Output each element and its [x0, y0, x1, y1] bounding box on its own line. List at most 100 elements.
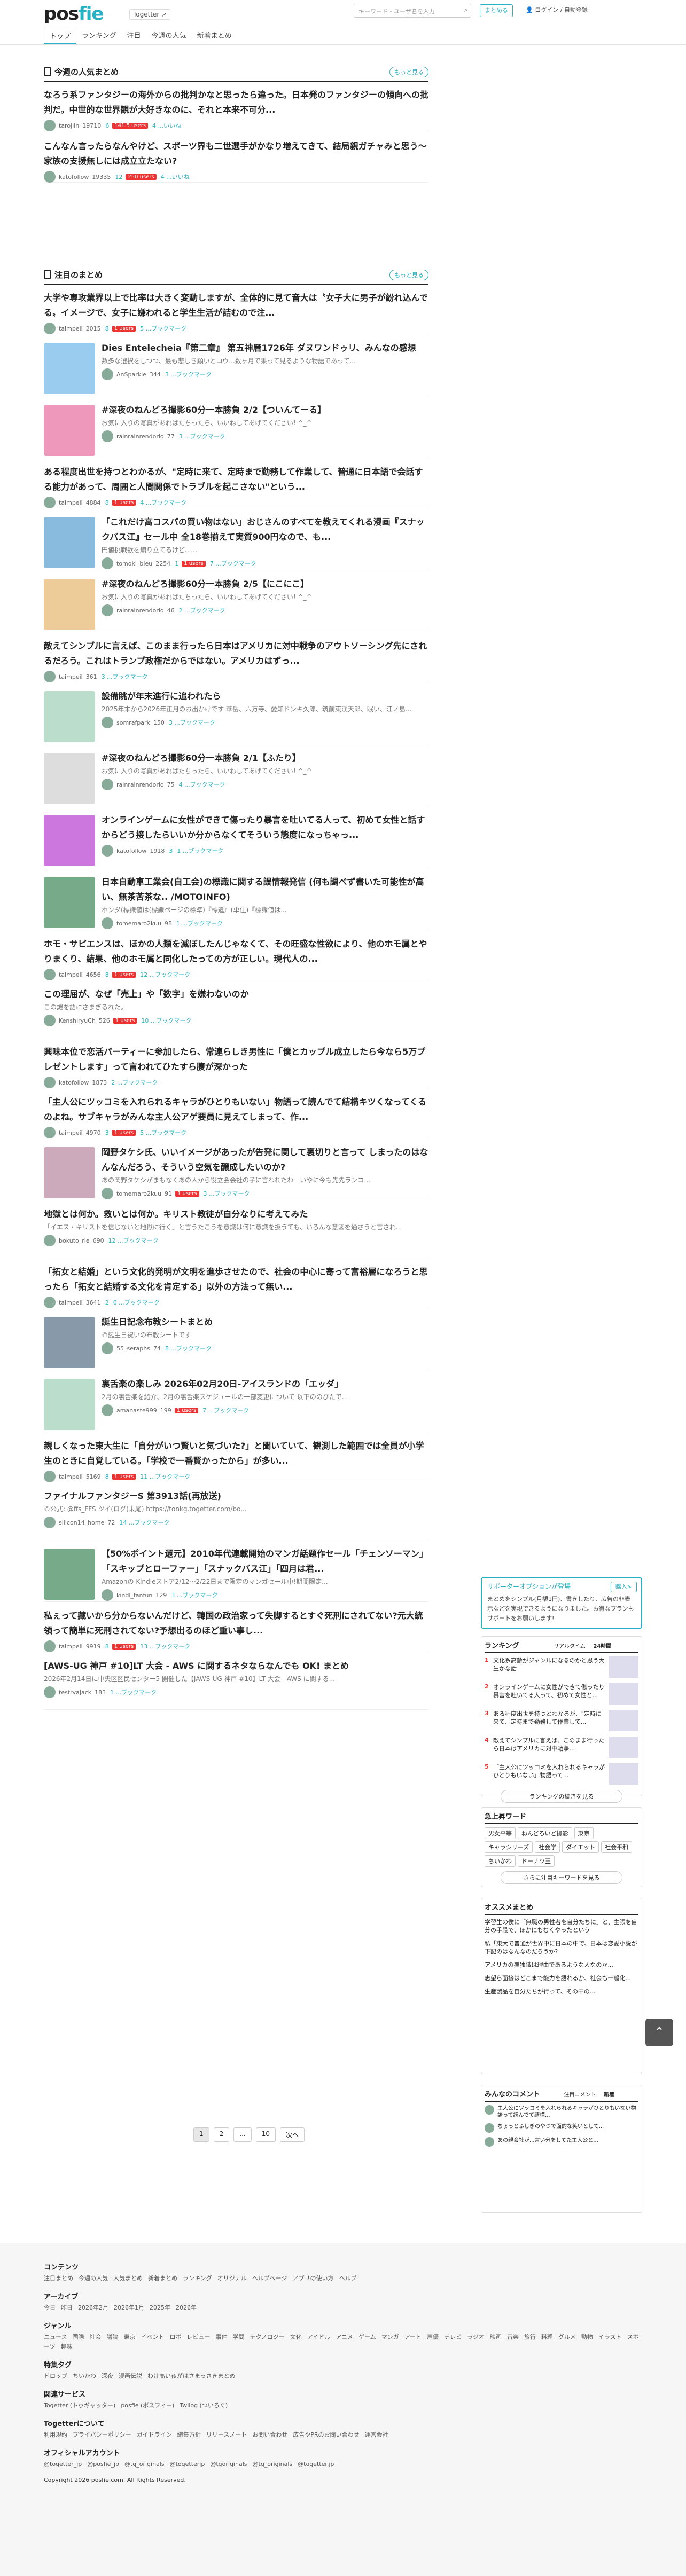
avatar[interactable] — [102, 557, 113, 569]
recommend-item[interactable]: 生産製品を自分たちが行って、その中の... — [485, 1988, 638, 1996]
recommend-item[interactable]: 学習生の僕に「無職の男性者を自分たちに」と、主張を自分の手段で、ほかにもむくやっ… — [485, 1918, 638, 1934]
item-title[interactable]: オンラインゲームに女性ができて傷ったり暴言を吐いてる人って、初めて女性と話すから… — [102, 813, 428, 843]
noted-item[interactable]: ある程度出世を持つとわかるが、"定時に来て、定時まで勤務して作業して、普通に日本… — [44, 465, 428, 508]
ranking-item[interactable]: 2 オンラインゲームに女性ができて傷ったり暴言を吐いてる人って、初めて女性と... — [485, 1683, 638, 1705]
footer-link[interactable]: わけ高い夜がはさまっさきまとめ — [147, 2373, 236, 2379]
tab-top[interactable]: トップ — [44, 28, 77, 44]
footer-link[interactable]: アート — [404, 2334, 422, 2341]
page-2[interactable]: 2 — [213, 2127, 230, 2142]
togetter-link[interactable]: Togetter ↗ — [129, 9, 171, 20]
item-user[interactable]: bokuto_rie — [59, 1237, 90, 1244]
footer-link[interactable]: 人気まとめ — [113, 2275, 143, 2282]
footer-link[interactable]: 東京 — [123, 2334, 135, 2341]
noted-item[interactable]: 興味本位で恋活パーティーに参加したら、常連らしき男性に「僕とカップル成立したら今… — [44, 1044, 428, 1088]
thumbnail-image[interactable] — [44, 343, 95, 394]
footer-link[interactable]: レビュー — [186, 2334, 210, 2341]
noted-item[interactable]: 日本自動車工業会(自工会)の標識に関する誤情報発信 (何も調べず書いた可能性が高… — [44, 875, 428, 930]
create-button[interactable]: まとめる — [480, 4, 513, 17]
thumbnail-image[interactable] — [44, 753, 95, 804]
footer-link[interactable]: 2026年1月 — [114, 2304, 144, 2311]
noted-item[interactable]: 岡野タケシ氏、いいイメージがあったが告発に関して裏切りと言って しまったのはなん… — [44, 1145, 428, 1200]
item-title[interactable]: #深夜のねんどろ撮影60分一本勝負 2/2【ついんてーる】 — [102, 403, 428, 418]
item-title[interactable]: 設備眺が年末進行に追われたら — [102, 689, 428, 704]
noted-item[interactable]: #深夜のねんどろ撮影60分一本勝負 2/5【にこにこ】 お気に入りの写真があればた… — [44, 577, 428, 632]
ranking-item[interactable]: 3 ある程度出世を持つとわかるが、"定時に来て、定時まで勤務して作業して... — [485, 1710, 638, 1731]
footer-link[interactable]: posfie (ポスフィー) — [121, 2402, 174, 2409]
noted-item[interactable]: 私ぇって藏いから分からないんだけど、韓国の政治家って失脚するとすぐ死刑にされてな… — [44, 1608, 428, 1652]
footer-link[interactable]: @posfie_jp — [87, 2461, 119, 2468]
avatar[interactable] — [102, 604, 113, 616]
avatar[interactable] — [102, 1404, 113, 1416]
recommend-item[interactable]: 志望ら面接はどこまで能力を語れるか、社会も一般化... — [485, 1974, 638, 1982]
noted-item[interactable]: Dies Entelecheia『第二章』 第五神曆1726年 ダヌワンドゥリ、… — [44, 341, 428, 396]
item-user[interactable]: taimpeil — [59, 1299, 83, 1306]
avatar[interactable] — [102, 1188, 113, 1199]
avatar[interactable] — [44, 1015, 56, 1026]
ranking-title[interactable]: ある程度出世を持つとわかるが、"定時に来て、定時まで勤務して作業して... — [493, 1710, 606, 1726]
item-user[interactable]: tomoki_bleu — [116, 560, 152, 567]
noted-item[interactable]: 誕生日記念布教シートまとめ ©誕生日祝いの布教シートです 55_seraphs 74 8… — [44, 1315, 428, 1370]
ranking-title[interactable]: 敵えてシンプルに言えば、このまま行ったら日本はアメリカに対中戦争... — [493, 1737, 606, 1753]
weekly-item[interactable]: こんなん言ったらなんやけど、スポーツ界も二世選手がかなり増えてきて、結局親ガチャ… — [44, 139, 428, 183]
ranking-title[interactable]: 文化系高齢がジャンルになるのかと思う大生かな話 — [493, 1656, 606, 1672]
avatar[interactable] — [102, 917, 113, 929]
thumbnail-image[interactable] — [44, 1379, 95, 1430]
search-input[interactable]: キーワード・ユーザ名を入力 ⌕ — [354, 4, 471, 18]
avatar[interactable] — [44, 1640, 56, 1652]
avatar[interactable] — [44, 1297, 56, 1308]
footer-link[interactable]: Twilog (ついろぐ) — [180, 2402, 228, 2409]
item-title[interactable]: 敵えてシンプルに言えば、このまま行ったら日本はアメリカに対中戦争のアウトソーシン… — [44, 639, 428, 669]
footer-link[interactable]: 深夜 — [102, 2373, 113, 2379]
footer-link[interactable]: 昨日 — [61, 2304, 73, 2311]
footer-link[interactable]: ランキング — [183, 2275, 212, 2282]
comment-tab-new[interactable]: 新着 — [604, 2092, 614, 2098]
footer-link[interactable]: イベント — [141, 2334, 164, 2341]
footer-link[interactable]: Togetter (トゥギャッター) — [44, 2402, 115, 2409]
footer-link[interactable]: 映画 — [490, 2334, 502, 2341]
item-title[interactable]: 興味本位で恋活パーティーに参加したら、常連らしき男性に「僕とカップル成立したら今… — [44, 1044, 428, 1074]
thumbnail-image[interactable] — [44, 691, 95, 742]
thumbnail-image[interactable] — [44, 579, 95, 630]
item-title[interactable]: 親しくなった東大生に「自分がいつ賢いと気づいた?」と聞いていて、観測した範囲では… — [44, 1439, 428, 1468]
footer-link[interactable]: 今週の人気 — [79, 2275, 108, 2282]
item-user[interactable]: taimpeil — [59, 325, 83, 332]
item-title[interactable]: 裏舌楽の楽しみ 2026年02月20日-アイスランドの「エッダ」 — [102, 1377, 428, 1392]
item-title[interactable]: 地獄とは何か。救いとは何か。キリスト教徒が自分なりに考えてみた — [44, 1207, 428, 1222]
comment-tab-noted[interactable]: 注目コメント — [564, 2092, 596, 2098]
footer-link[interactable]: アニメ — [336, 2334, 353, 2341]
page-10[interactable]: 10 — [255, 2127, 276, 2142]
item-user[interactable]: taimpeil — [59, 971, 83, 978]
footer-link[interactable]: 運営会社 — [365, 2431, 388, 2438]
avatar[interactable] — [102, 845, 113, 857]
footer-link[interactable]: 社会 — [89, 2334, 101, 2341]
footer-link[interactable]: ニュース — [44, 2334, 67, 2341]
footer-link[interactable]: 国際 — [72, 2334, 84, 2341]
tab-weekly[interactable]: 今週の人気 — [146, 28, 192, 44]
footer-link[interactable]: @tg_originals — [253, 2461, 293, 2468]
footer-link[interactable]: ラジオ — [467, 2334, 485, 2341]
comment-item[interactable]: あの親会社が...言い分をしてた主人公と... — [485, 2137, 638, 2147]
footer-link[interactable]: 料理 — [541, 2334, 553, 2341]
avatar[interactable] — [102, 368, 113, 380]
item-title[interactable]: Dies Entelecheia『第二章』 第五神曆1726年 ダヌワンドゥリ、… — [102, 341, 428, 356]
comment-item[interactable]: ちょっとふしぎのやつで面的な笑いとして... — [485, 2123, 638, 2133]
footer-link[interactable]: 新着まとめ — [148, 2275, 177, 2282]
item-user[interactable]: kindl_fanfun — [116, 1592, 152, 1599]
item-title[interactable]: この理屈が、なぜ「売上」や「数字」を嫌わないのか — [44, 987, 428, 1002]
footer-link[interactable]: ヘルプ — [339, 2275, 356, 2282]
noted-item[interactable]: 敵えてシンプルに言えば、このまま行ったら日本はアメリカに対中戦争のアウトソーシン… — [44, 639, 428, 682]
keyword-chip[interactable]: ちいかわ — [485, 1855, 516, 1867]
tab-noted[interactable]: 注目 — [122, 28, 146, 44]
noted-item[interactable]: 「主人公にツッコミを入れられるキャラがひとりもいない」物語って読んでて結構キツく… — [44, 1095, 428, 1138]
scroll-top-button[interactable]: ⌃ — [645, 2019, 673, 2046]
noted-item[interactable]: 親しくなった東大生に「自分がいつ賢いと気づいた?」と聞いていて、観測した範囲では… — [44, 1439, 428, 1482]
avatar[interactable] — [44, 171, 56, 183]
item-user[interactable]: taimpeil — [59, 499, 83, 506]
footer-link[interactable]: グルメ — [558, 2334, 576, 2341]
weekly-item[interactable]: なろう系ファンタジーの海外からの批判かなと思ったら違った。日本発のファンタジーの… — [44, 88, 428, 131]
item-user[interactable]: AnSparkle — [116, 371, 146, 378]
keyword-chip[interactable]: ねんどろいど撮影 — [518, 1827, 572, 1839]
item-user[interactable]: tomemaro2kuu — [116, 1190, 161, 1197]
avatar[interactable] — [102, 779, 113, 790]
footer-link[interactable]: 音楽 — [507, 2334, 519, 2341]
